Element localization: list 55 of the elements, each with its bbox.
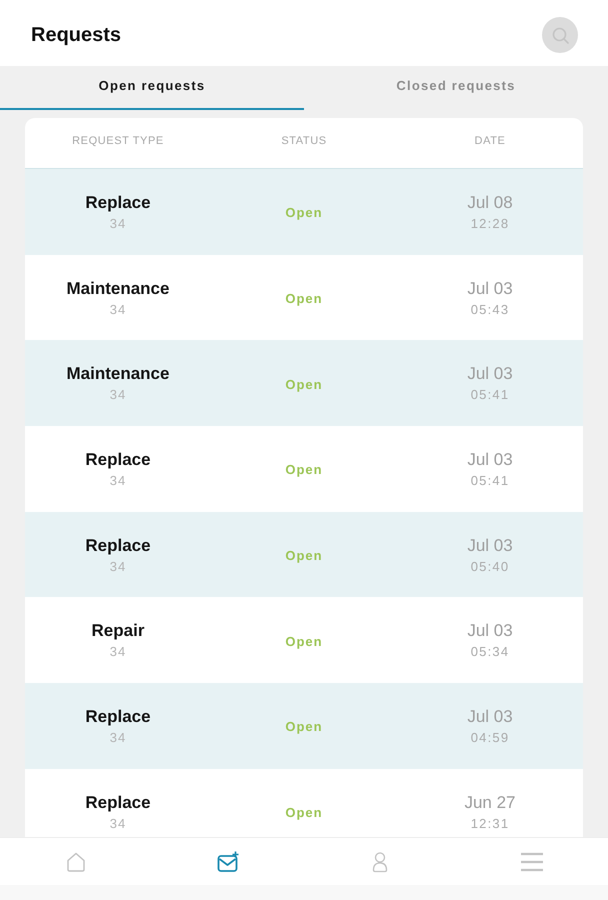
status-label: Open xyxy=(285,804,323,820)
request-type: Repair xyxy=(92,621,144,642)
mail-icon xyxy=(217,850,239,872)
tab[interactable]: Open requests xyxy=(0,66,304,110)
request-time: 12:31 xyxy=(470,816,510,831)
request-type: Replace xyxy=(85,792,151,813)
request-row[interactable]: Replace 34 Open Jul 08 12:28 xyxy=(25,169,583,255)
request-time: 05:40 xyxy=(470,558,510,574)
status-label: Open xyxy=(285,376,323,392)
request-type: Replace xyxy=(85,706,151,727)
request-date: Jul 03 xyxy=(467,536,513,556)
status-label: Open xyxy=(285,547,323,564)
request-number: 34 xyxy=(110,816,126,831)
request-type: Replace xyxy=(85,192,151,213)
request-time: 05:41 xyxy=(470,472,510,488)
request-time: 05:34 xyxy=(470,644,510,660)
home-icon xyxy=(65,850,87,872)
request-number: 34 xyxy=(110,472,126,488)
request-type: Maintenance xyxy=(66,278,170,299)
request-number: 34 xyxy=(110,387,126,402)
column-header: STATUS xyxy=(281,135,327,149)
request-date: Jul 03 xyxy=(467,621,513,642)
request-number: 34 xyxy=(110,558,126,574)
request-date: Jun 27 xyxy=(464,792,516,813)
request-number: 34 xyxy=(110,730,126,745)
request-type: Maintenance xyxy=(66,364,170,384)
request-date: Jul 03 xyxy=(467,706,513,727)
request-row[interactable]: Maintenance 34 Open Jul 03 05:43 xyxy=(25,254,583,340)
request-time: 04:59 xyxy=(470,730,510,745)
request-row[interactable]: Replace 34 Open Jul 03 04:59 xyxy=(25,683,583,769)
status-label: Open xyxy=(285,290,323,306)
search-icon xyxy=(552,26,568,44)
column-header: REQUEST TYPE xyxy=(72,135,164,149)
request-type: Replace xyxy=(85,450,151,470)
request-row[interactable]: Replace 34 Open Jul 03 05:40 xyxy=(25,512,583,598)
request-number: 34 xyxy=(110,302,126,317)
request-time: 12:28 xyxy=(470,216,510,231)
status-label: Open xyxy=(285,204,323,220)
menu-icon xyxy=(521,850,543,872)
request-type: Replace xyxy=(85,536,151,556)
status-label: Open xyxy=(285,718,323,734)
request-number: 34 xyxy=(110,216,126,231)
request-time: 05:43 xyxy=(470,302,510,317)
request-time: 05:41 xyxy=(470,387,510,402)
status-label: Open xyxy=(285,461,323,478)
status-label: Open xyxy=(285,632,323,649)
request-date: Jul 03 xyxy=(467,278,513,299)
page-title: Requests xyxy=(31,24,122,46)
request-date: Jul 03 xyxy=(467,450,513,470)
request-date: Jul 03 xyxy=(467,364,513,384)
search-button[interactable] xyxy=(542,17,578,53)
request-row[interactable]: Maintenance 34 Open Jul 03 05:41 xyxy=(25,340,583,426)
request-number: 34 xyxy=(110,644,126,660)
request-date: Jul 08 xyxy=(467,192,513,213)
column-header: DATE xyxy=(474,135,506,149)
